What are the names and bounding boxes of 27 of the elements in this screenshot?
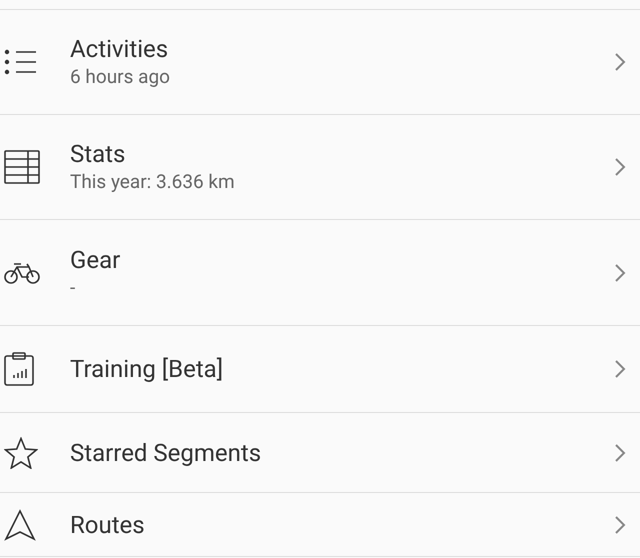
menu-item[interactable]: Training [Beta] (0, 326, 640, 413)
chevron-icon (614, 359, 626, 379)
item-title: Training [Beta] (70, 354, 224, 384)
table-icon (4, 150, 40, 184)
chevron-icon (614, 262, 626, 282)
item-title: Activities (70, 34, 170, 64)
menu-item[interactable]: Routes (0, 493, 640, 557)
item-title: Starred Segments (70, 438, 262, 468)
star-icon (4, 436, 38, 468)
item-title: Stats (70, 139, 126, 169)
menu-item[interactable]: Starred Segments (0, 413, 640, 493)
navigation-arrow-icon (4, 508, 36, 540)
list-icon (4, 49, 38, 75)
item-title: Gear (70, 244, 122, 274)
bicycle-icon (4, 260, 40, 284)
item-subtitle: This year: 3.636 km (70, 169, 236, 195)
item-subtitle: 6 hours ago (70, 64, 171, 90)
item-title: Routes (70, 510, 146, 540)
menu-item[interactable]: Stats This year: 3.636 km (0, 115, 640, 220)
chevron-icon (614, 157, 626, 177)
chevron-icon (614, 514, 626, 534)
chevron-icon (614, 442, 626, 462)
clipboard-chart-icon (4, 352, 34, 386)
menu-item[interactable]: Gear - (0, 220, 640, 326)
menu-item[interactable]: Activities 6 hours ago (0, 10, 640, 115)
item-subtitle: - (70, 274, 76, 300)
chevron-icon (614, 52, 626, 72)
